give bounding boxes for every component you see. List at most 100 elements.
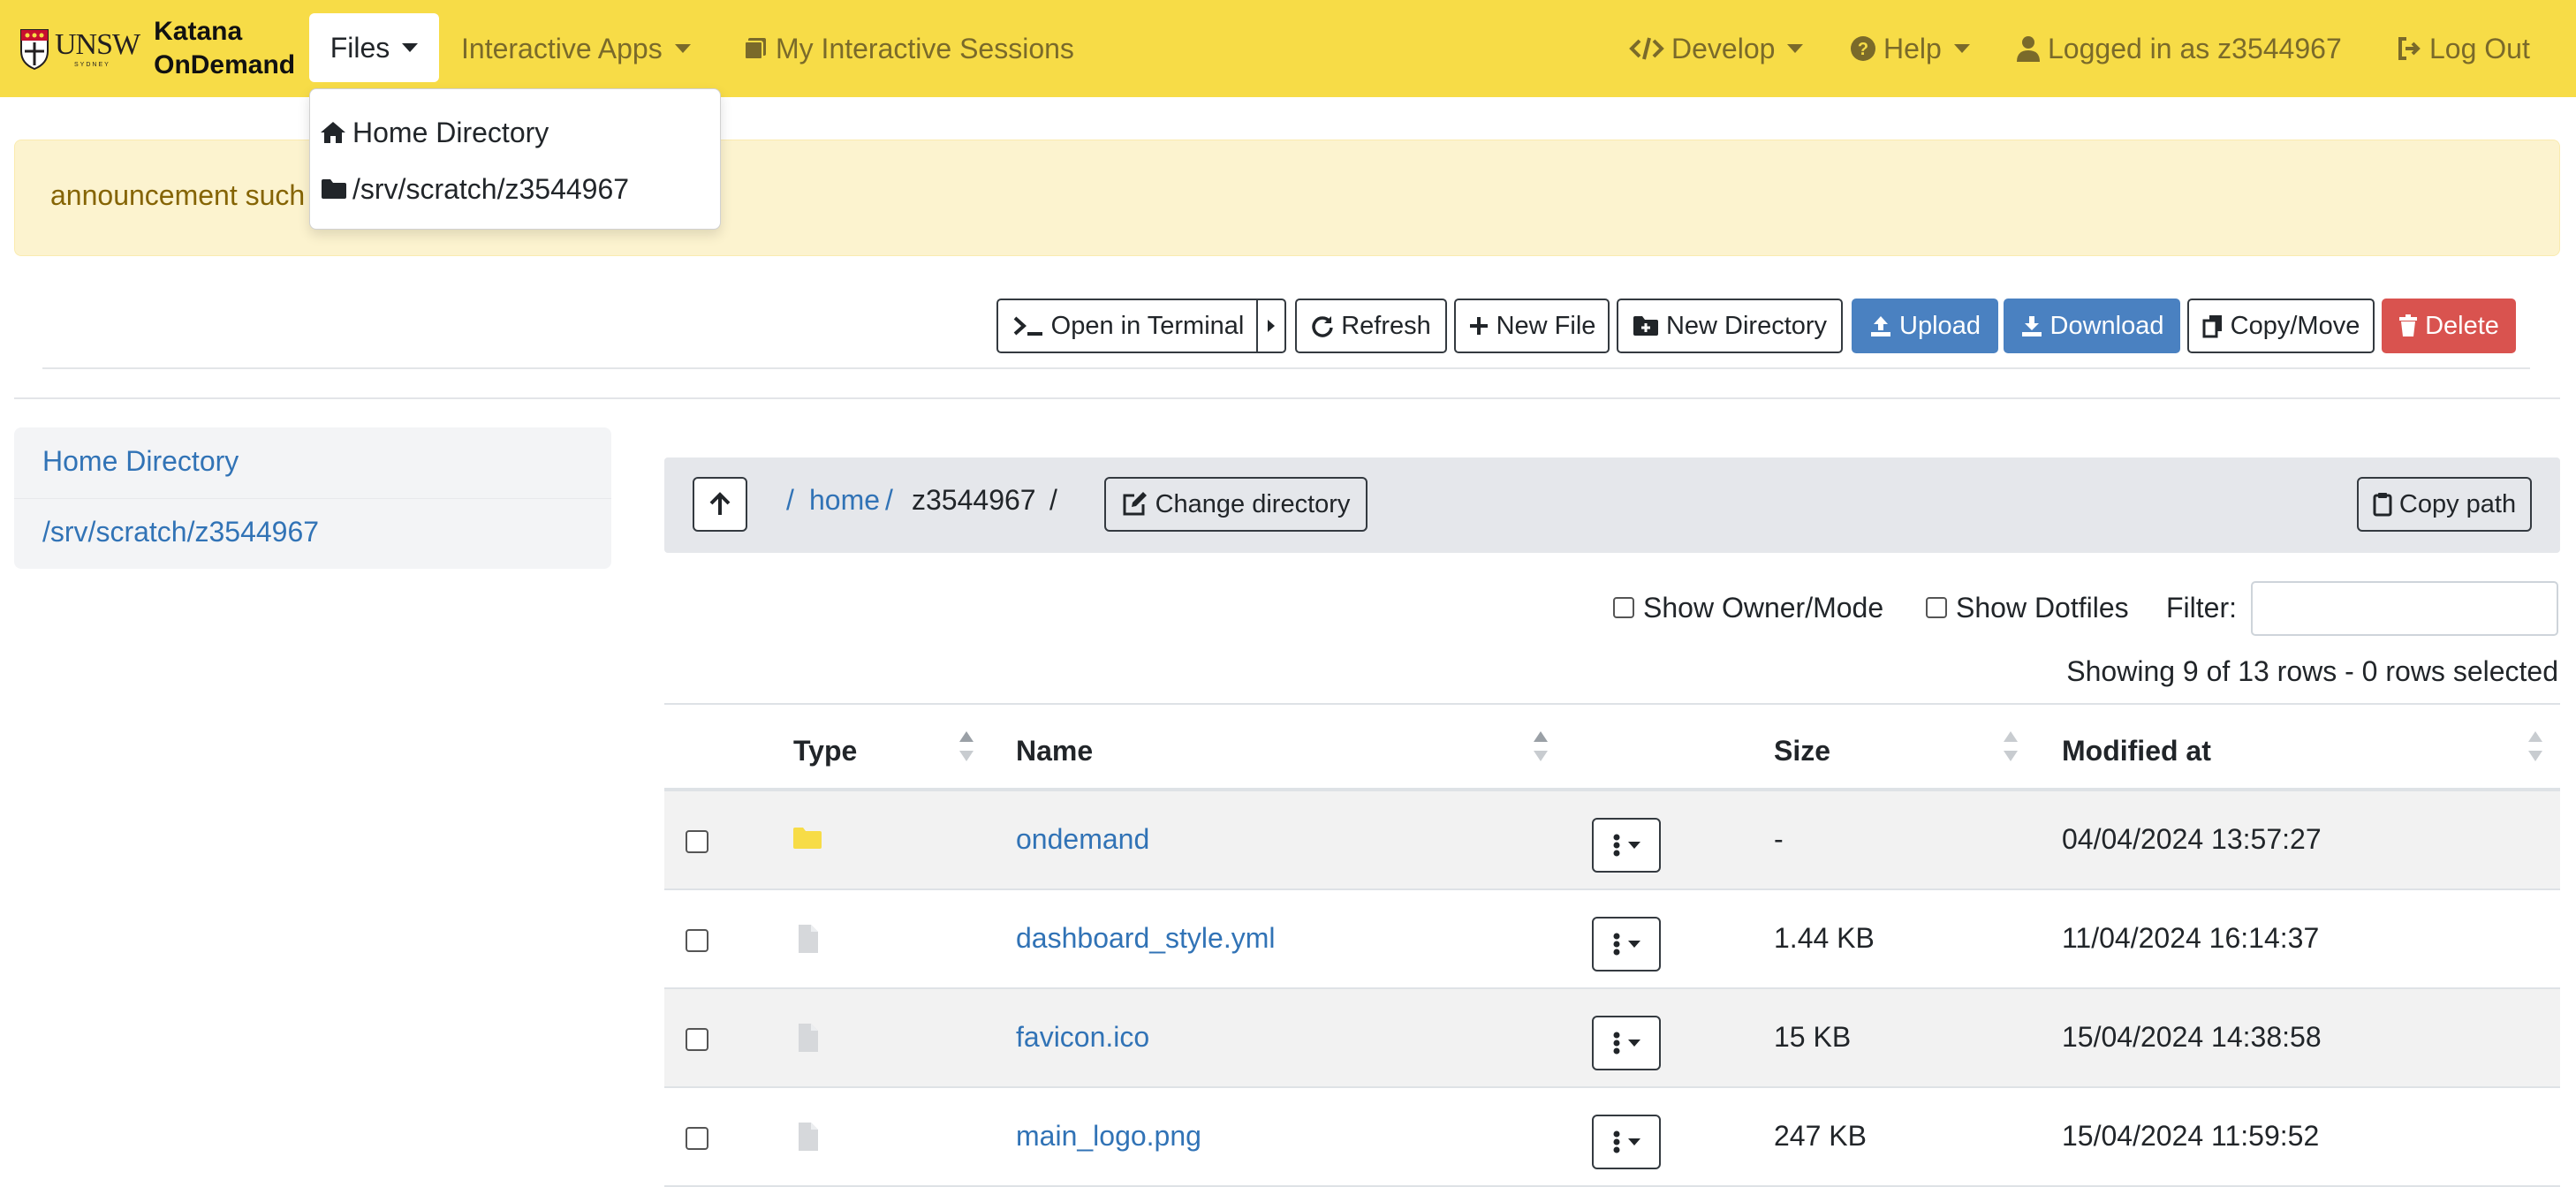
show-dotfiles-checkbox[interactable] [1926,597,1947,618]
copy-path-label: Copy path [2398,489,2517,518]
delete-button[interactable]: Delete [2382,299,2516,353]
brand-line1: Katana [154,17,243,46]
my-sessions-link[interactable]: My Interactive Sessions [742,0,1074,97]
table-header: Type Name Size Modified at [664,703,2560,791]
show-owner-mode-option[interactable]: Show Owner/Mode [1613,590,1883,625]
row-actions-button[interactable] [1592,818,1661,873]
chevron-down-icon [1787,44,1804,53]
show-dotfiles-option[interactable]: Show Dotfiles [1926,590,2129,625]
parent-directory-button[interactable] [693,477,747,532]
folder-plus-icon [1633,315,1659,336]
code-icon [1629,35,1664,62]
dropdown-home-label: Home Directory [352,116,549,148]
develop-menu[interactable]: Develop [1629,0,1804,97]
row-select-checkbox[interactable] [686,1028,708,1051]
file-size: 15 KB [1774,1021,1852,1053]
dropdown-item-home-directory[interactable]: Home Directory [321,110,549,155]
files-table: Type Name Size Modified at ondemand - 04… [664,703,2560,1187]
column-header-type[interactable]: Type [793,735,857,767]
new-directory-button[interactable]: New Directory [1617,299,1843,353]
breadcrumb-root[interactable]: / [786,484,794,517]
top-navbar: UNSW SYDNEY Katana OnDemand Files Intera… [0,0,2576,97]
help-menu[interactable]: ? Help [1850,0,1970,97]
sort-icon[interactable] [1534,730,1548,768]
breadcrumb-home[interactable]: home [809,484,880,517]
refresh-icon [1311,314,1334,337]
filter-label: Filter: [2166,591,2237,624]
table-row[interactable]: dashboard_style.yml 1.44 KB 11/04/2024 1… [664,890,2560,989]
copy-move-button[interactable]: Copy/Move [2187,299,2375,353]
table-row[interactable]: ondemand - 04/04/2024 13:57:27 [664,791,2560,890]
help-label: Help [1883,32,1942,64]
home-icon [310,120,352,145]
logged-in-user: Logged in as z3544967 [2016,0,2342,97]
file-size: 1.44 KB [1774,922,1875,954]
chevron-down-icon [1628,1040,1640,1047]
file-size: - [1774,823,1784,855]
show-dotfiles-label: Show Dotfiles [1956,591,2129,624]
table-row[interactable]: main_logo.png 247 KB 15/04/2024 11:59:52 [664,1088,2560,1187]
copy-path-button[interactable]: Copy path [2357,477,2532,532]
sidebar-item-scratch[interactable]: /srv/scratch/z3544967 [42,516,319,548]
change-directory-button[interactable]: Change directory [1104,477,1368,532]
rows-status-text: Showing 9 of 13 rows - 0 rows selected [2066,655,2558,687]
section-divider [14,397,2560,399]
files-menu-label: Files [330,31,390,64]
brand-home-link[interactable]: UNSW SYDNEY Katana OnDemand [19,15,295,82]
filter-input[interactable] [2251,581,2558,636]
brand-name: Katana OnDemand [154,15,295,82]
new-file-button[interactable]: New File [1454,299,1610,353]
download-button[interactable]: Download [2004,299,2180,353]
change-directory-label: Change directory [1155,489,1351,518]
show-owner-mode-checkbox[interactable] [1613,597,1634,618]
announcement-text: announcement such [50,179,306,211]
file-name-link[interactable]: dashboard_style.yml [1016,922,1275,955]
clipboard-icon [2373,492,2392,517]
row-select-checkbox[interactable] [686,1127,708,1150]
terminal-split-toggle[interactable] [1256,299,1286,353]
breadcrumb-sep2: / [1049,484,1057,516]
sort-icon[interactable] [2528,730,2542,768]
toolbar-divider [42,367,2530,369]
sort-icon[interactable] [2004,730,2018,768]
file-modified: 11/04/2024 16:14:37 [2062,922,2320,954]
column-header-name[interactable]: Name [1016,735,1093,767]
open-in-terminal-button[interactable]: Open in Terminal [996,299,1258,353]
chevron-down-icon [674,44,691,53]
sort-icon[interactable] [959,730,974,768]
file-name-link[interactable]: ondemand [1016,823,1149,856]
column-header-size[interactable]: Size [1774,735,1830,767]
caret-right-icon [1268,320,1275,332]
plus-icon [1468,315,1489,336]
table-row[interactable]: favicon.ico 15 KB 15/04/2024 14:38:58 [664,989,2560,1088]
ellipsis-vertical-icon [1613,1130,1620,1153]
row-actions-button[interactable] [1592,917,1661,972]
column-header-modified[interactable]: Modified at [2062,735,2211,767]
row-actions-button[interactable] [1592,1115,1661,1169]
sidebar-item-home-directory[interactable]: Home Directory [42,445,239,478]
files-menu-button[interactable]: Files [309,13,439,82]
ellipsis-vertical-icon [1613,933,1620,956]
dropdown-item-scratch[interactable]: /srv/scratch/z3544967 [322,167,629,211]
file-name-link[interactable]: main_logo.png [1016,1120,1201,1153]
row-select-checkbox[interactable] [686,830,708,853]
file-icon [792,1023,823,1055]
sessions-icon [742,35,769,62]
file-size: 247 KB [1774,1120,1867,1152]
chevron-down-icon [402,43,419,52]
interactive-apps-menu[interactable]: Interactive Apps [461,0,691,97]
folder-icon [792,825,823,857]
svg-text:?: ? [1858,40,1868,59]
file-modified: 15/04/2024 14:38:58 [2062,1021,2322,1053]
upload-button[interactable]: Upload [1852,299,1998,353]
new-file-label: New File [1496,311,1596,340]
breadcrumb-bar: / home / z3544967 / Change directory Cop… [664,457,2560,553]
chevron-down-icon [1628,1138,1640,1145]
row-actions-button[interactable] [1592,1016,1661,1070]
refresh-button[interactable]: Refresh [1295,299,1447,353]
logout-link[interactable]: Log Out [2396,0,2530,97]
chevron-down-icon [1953,44,1970,53]
file-modified: 15/04/2024 11:59:52 [2062,1120,2320,1152]
file-name-link[interactable]: favicon.ico [1016,1021,1149,1054]
row-select-checkbox[interactable] [686,929,708,952]
